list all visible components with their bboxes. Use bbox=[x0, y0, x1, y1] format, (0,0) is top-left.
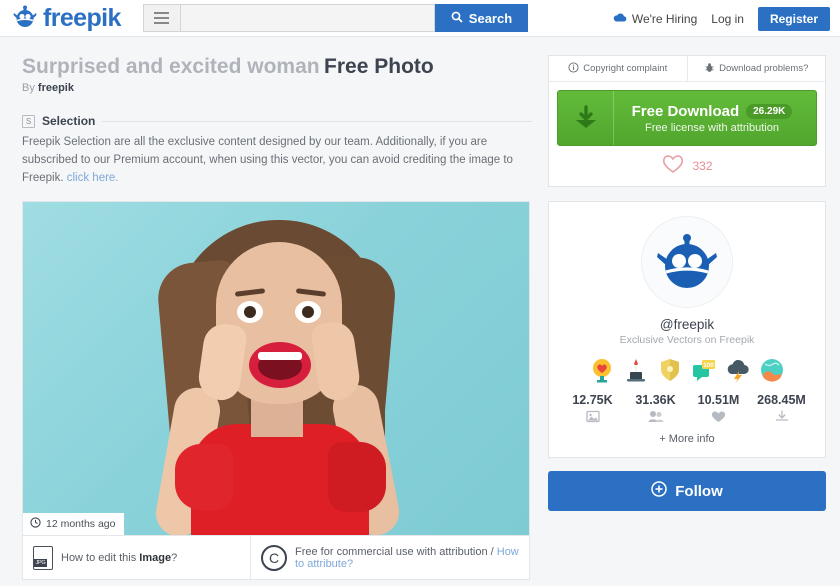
how-to-edit-link[interactable]: How to edit this Image? bbox=[23, 536, 251, 580]
magic-hat-badge bbox=[623, 357, 649, 383]
download-button-line1: Free Download 26.29K bbox=[614, 103, 810, 120]
stat-images: 12.75K bbox=[561, 393, 624, 423]
photo-card: 12 months ago How to edit this Image? C … bbox=[22, 201, 530, 581]
download-tray-icon bbox=[750, 410, 813, 423]
hamburger-icon[interactable] bbox=[142, 4, 180, 32]
download-button-texts: Free Download 26.29K Free license with a… bbox=[614, 103, 816, 134]
photo-preview[interactable]: 12 months ago bbox=[23, 202, 529, 536]
search-bar: Search bbox=[142, 4, 529, 32]
stat-followers-value: 31.36K bbox=[635, 393, 676, 407]
download-problems-label: Download problems? bbox=[719, 63, 809, 74]
page-title-suffix: Free Photo bbox=[324, 55, 434, 78]
globe-badge bbox=[759, 357, 785, 383]
image-icon bbox=[561, 410, 624, 423]
copyright-icon: C bbox=[261, 544, 287, 571]
follow-button-label: Follow bbox=[675, 482, 723, 500]
how-to-edit-bold: Image bbox=[139, 551, 172, 564]
svg-text:100: 100 bbox=[703, 362, 714, 369]
photo-sleeve-right bbox=[328, 442, 386, 513]
sidebar: Copyright complaint Download problems? F… bbox=[548, 55, 826, 580]
main-column: Surprised and excited woman Free Photo B… bbox=[22, 55, 532, 581]
photo-sleeve-left bbox=[175, 444, 233, 511]
download-count-badge: 26.29K bbox=[746, 103, 793, 119]
how-to-edit-text: How to edit this Image? bbox=[61, 552, 177, 564]
site-header: freepik Search We're Hiring Log in Regis… bbox=[0, 0, 840, 37]
selection-title: Selection bbox=[42, 114, 96, 128]
photo-teeth bbox=[258, 352, 302, 361]
free-download-button[interactable]: Free Download 26.29K Free license with a… bbox=[557, 90, 817, 146]
clock-icon bbox=[30, 517, 41, 531]
download-tabs: Copyright complaint Download problems? bbox=[549, 56, 825, 82]
author-stats: 12.75K 31.36K 10.51M 268.45M bbox=[561, 393, 813, 423]
search-icon bbox=[451, 11, 463, 26]
trophy-heart-badge bbox=[589, 357, 615, 383]
page-body: Surprised and excited woman Free Photo B… bbox=[0, 37, 840, 581]
copyright-complaint-tab[interactable]: Copyright complaint bbox=[549, 56, 687, 82]
author-handle[interactable]: @freepik bbox=[561, 317, 813, 332]
download-card: Copyright complaint Download problems? F… bbox=[548, 55, 826, 187]
byline-prefix: By bbox=[22, 82, 35, 94]
jpg-file-icon bbox=[33, 545, 53, 570]
info-circle-icon bbox=[568, 61, 579, 76]
were-hiring-link[interactable]: We're Hiring bbox=[613, 12, 697, 26]
plus-circle-icon bbox=[651, 481, 667, 501]
header-actions: We're Hiring Log in Register bbox=[613, 0, 830, 37]
author-card: @freepik Exclusive Vectors on Freepik 10… bbox=[548, 201, 826, 458]
page-title: Surprised and excited woman Free Photo bbox=[22, 55, 532, 79]
search-input[interactable] bbox=[179, 4, 435, 32]
follow-button[interactable]: Follow bbox=[548, 471, 826, 511]
likes-count: 332 bbox=[692, 159, 713, 173]
likes-row[interactable]: 332 bbox=[549, 146, 825, 186]
were-hiring-label: We're Hiring bbox=[631, 11, 698, 26]
copyright-complaint-label: Copyright complaint bbox=[583, 63, 668, 74]
author-badges: 100 bbox=[561, 357, 813, 383]
stat-downloads-value: 268.45M bbox=[757, 393, 806, 407]
download-icon bbox=[558, 91, 614, 145]
author-subtitle: Exclusive Vectors on Freepik bbox=[619, 334, 755, 346]
hundred-speech-bubble-badge: 100 bbox=[691, 357, 717, 383]
how-to-edit-suffix: ? bbox=[171, 551, 178, 564]
logo-wordmark: freepik bbox=[43, 3, 121, 32]
register-button[interactable]: Register bbox=[757, 6, 830, 31]
search-button[interactable]: Search bbox=[434, 4, 529, 32]
shield-badge bbox=[657, 357, 683, 383]
stat-followers: 31.36K bbox=[624, 393, 687, 423]
freepik-robot-avatar[interactable] bbox=[641, 216, 733, 308]
selection-click-here-link[interactable]: click here. bbox=[67, 172, 119, 184]
followers-icon bbox=[624, 410, 687, 423]
selection-divider bbox=[102, 120, 532, 122]
byline-author[interactable]: freepik bbox=[38, 82, 74, 94]
photo-time-badge: 12 months ago bbox=[23, 513, 125, 536]
free-download-label: Free Download bbox=[631, 102, 740, 120]
page-title-main: Surprised and excited woman bbox=[22, 55, 320, 78]
heart-outline-icon bbox=[661, 153, 685, 179]
bug-icon bbox=[704, 62, 715, 76]
download-problems-tab[interactable]: Download problems? bbox=[686, 56, 825, 82]
how-to-edit-prefix: How to edit this bbox=[61, 551, 137, 564]
license-info: C Free for commercial use with attributi… bbox=[251, 536, 529, 579]
photo-time-label: 12 months ago bbox=[46, 518, 116, 531]
license-text-wrap: Free for commercial use with attribution… bbox=[295, 546, 519, 570]
selection-badge-icon: S bbox=[22, 114, 35, 128]
selection-header: S Selection bbox=[22, 114, 532, 128]
freepik-robot-icon bbox=[12, 4, 38, 33]
freepik-logo[interactable]: freepik bbox=[12, 4, 121, 33]
heart-filled-icon bbox=[687, 410, 750, 423]
license-text: Free for commercial use with attribution… bbox=[295, 545, 494, 558]
selection-description: Freepik Selection are all the exclusive … bbox=[22, 134, 532, 187]
stat-likes-value: 10.51M bbox=[697, 393, 740, 407]
login-link[interactable]: Log in bbox=[711, 12, 744, 26]
stat-likes: 10.51M bbox=[687, 393, 750, 423]
stat-images-value: 12.75K bbox=[572, 393, 613, 407]
byline: By freepik bbox=[22, 82, 532, 94]
cloud-icon bbox=[613, 12, 627, 26]
photo-footer: How to edit this Image? C Free for comme… bbox=[23, 535, 529, 580]
download-license-label: Free license with attribution bbox=[645, 121, 779, 134]
more-info-link[interactable]: + More info bbox=[561, 433, 813, 445]
stat-downloads: 268.45M bbox=[750, 393, 813, 423]
search-button-label: Search bbox=[468, 10, 513, 26]
storm-cloud-badge bbox=[725, 357, 751, 383]
